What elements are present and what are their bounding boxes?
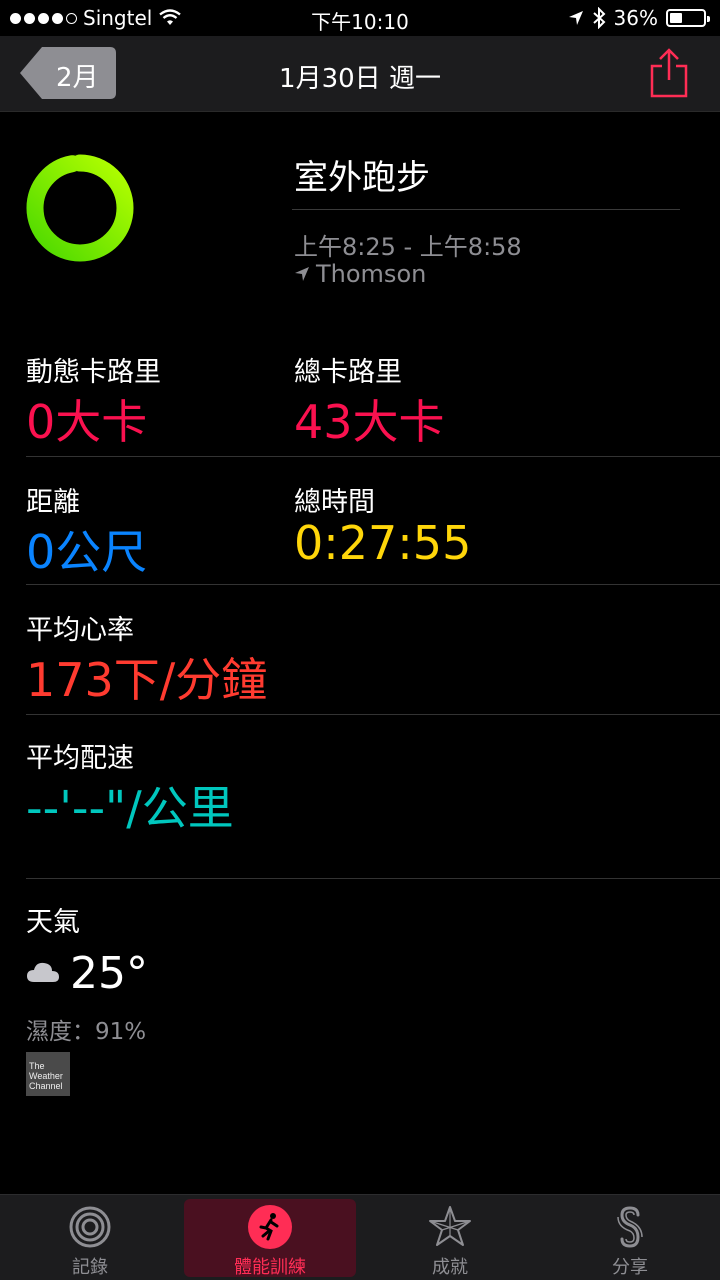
header-divider [292,209,680,210]
total-time-label: 總時間 [294,487,375,518]
activity-rings-icon [69,1206,111,1248]
metric-divider [26,456,720,457]
cloud-icon [27,962,59,982]
tab-label: 分享 [612,1257,648,1278]
avg-heart-rate-value: 173下/分鐘 [26,653,268,707]
location-arrow-icon [295,267,309,281]
status-right: 36% [568,6,710,30]
star-icon [429,1206,471,1246]
bluetooth-icon [592,7,605,29]
tab-sharing[interactable]: 分享 [544,1195,716,1280]
tab-history[interactable]: 記錄 [4,1195,176,1280]
total-calories-label: 總卡路里 [294,357,402,388]
total-time-value: 0:27:55 [294,516,472,570]
workout-location: Thomson [294,260,426,288]
distance-value: 0公尺 [26,525,148,579]
battery-icon [666,9,710,27]
navigation-bar: 2月 1月30日 週一 [0,36,720,112]
location-name: Thomson [316,260,427,288]
tab-workouts[interactable]: 體能訓練 [184,1199,356,1278]
running-figure-icon [248,1205,292,1249]
distance-label: 距離 [26,487,80,518]
status-bar: Singtel 下午10:10 36% [0,0,720,36]
active-calories-label: 動態卡路里 [26,357,161,388]
weather-channel-logo: The Weather Channel [26,1052,70,1096]
tab-label: 記錄 [72,1257,108,1278]
share-icon[interactable] [650,48,688,98]
workout-title: 室外跑步 [294,158,430,198]
metric-divider [26,584,720,585]
avg-pace-value: --'--"/公里 [26,781,234,835]
weather-humidity: 濕度：91% [26,1019,147,1045]
metric-divider [26,714,720,715]
tab-awards[interactable]: 成就 [364,1195,536,1280]
weather-title: 天氣 [26,907,80,938]
active-calories-value: 0大卡 [26,395,148,449]
exercise-ring-icon [26,154,134,262]
tab-bar: 記錄 體能訓練 成就 分享 [0,1194,720,1280]
avg-pace-label: 平均配速 [26,743,134,774]
tab-label: 成就 [432,1257,468,1278]
battery-percent: 36% [613,6,658,30]
total-calories-value: 43大卡 [294,395,445,449]
weather-temperature: 25° [70,948,148,999]
avg-heart-rate-label: 平均心率 [26,615,134,646]
location-arrow-icon [568,11,583,25]
metric-divider [26,878,720,879]
tab-label: 體能訓練 [234,1257,306,1278]
sharing-icon [617,1206,643,1248]
page-title: 1月30日 週一 [279,64,441,94]
workout-time-range: 上午8:25 - 上午8:58 [294,233,522,261]
